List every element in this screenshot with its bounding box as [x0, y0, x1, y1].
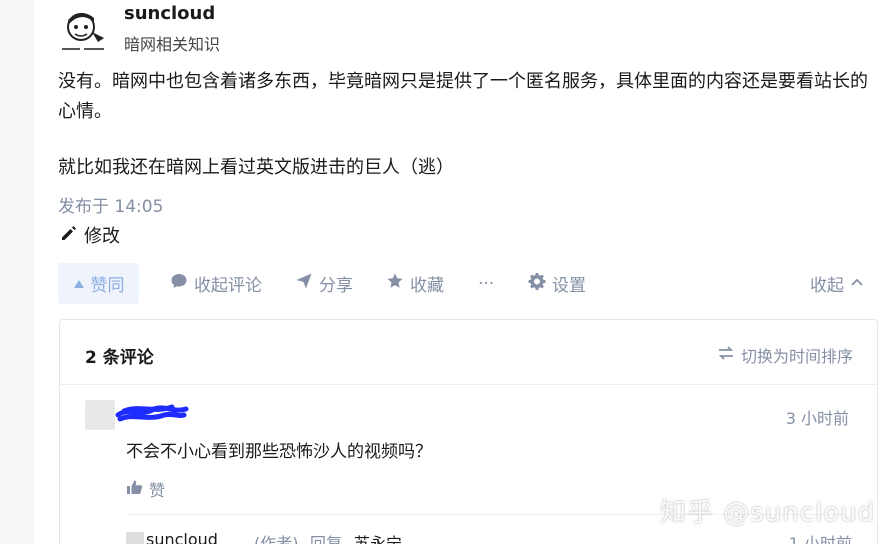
collapse-comments-button[interactable]: 收起评论: [170, 263, 262, 304]
vote-label: 赞同: [90, 276, 125, 296]
settings-label: 设置: [552, 276, 586, 296]
gear-icon: [528, 272, 546, 295]
reply-author-avatar[interactable]: [126, 532, 144, 544]
comment-like-label: 赞: [149, 481, 166, 500]
comments-count: 2 条评论: [85, 348, 154, 368]
answer-paragraph: 没有。暗网中也包含着诸多东西，毕竟暗网只是提供了一个匿名服务，具体里面的内容还是…: [58, 71, 868, 122]
more-icon: ···: [478, 273, 495, 294]
favorite-label: 收藏: [410, 276, 444, 296]
comment-icon: [170, 272, 188, 295]
reply-author-name[interactable]: suncloud: [146, 530, 218, 544]
collapse-comments-label: 收起评论: [194, 276, 262, 296]
comment-text: 不会不小心看到那些恐怖沙人的视频吗？: [126, 442, 432, 462]
answer-paragraph: 就比如我还在暗网上看过英文版进击的巨人（逃）: [58, 157, 454, 178]
reply-verb: 回复: [310, 534, 343, 544]
vote-up-button[interactable]: 赞同: [58, 263, 139, 304]
swap-icon: [717, 345, 735, 365]
answer-card: suncloud 暗网相关知识 没有。暗网中也包含着诸多东西，毕竟暗网只是提供了…: [34, 0, 878, 544]
triangle-up-icon: [73, 274, 85, 294]
pencil-icon: [60, 224, 78, 247]
watermark: 知乎 @suncloud: [660, 498, 876, 528]
answer-content: 没有。暗网中也包含着诸多东西，毕竟暗网只是提供了一个匿名服务，具体里面的内容还是…: [58, 67, 872, 209]
paper-plane-icon: [295, 272, 313, 295]
author-name[interactable]: suncloud: [124, 3, 215, 24]
collapse-label: 收起: [810, 276, 844, 296]
edit-label: 修改: [84, 226, 120, 247]
settings-button[interactable]: 设置: [528, 263, 586, 304]
reply-target-name[interactable]: 苏永宁: [354, 530, 402, 544]
redacted-username: [114, 401, 190, 431]
author-avatar[interactable]: [58, 8, 108, 54]
chevron-up-icon: [850, 274, 864, 294]
share-button[interactable]: 分享: [295, 263, 353, 304]
more-button[interactable]: ···: [478, 263, 494, 304]
author-tag: (作者): [254, 534, 299, 544]
favorite-button[interactable]: 收藏: [386, 263, 444, 304]
star-icon: [386, 272, 404, 295]
reply-time: 1 小时前: [788, 534, 852, 544]
comment-like-button[interactable]: 赞: [126, 477, 165, 501]
sort-toggle-button[interactable]: 切换为时间排序: [717, 343, 853, 367]
author-bio: 暗网相关知识: [124, 35, 221, 54]
commenter-avatar[interactable]: [85, 400, 115, 430]
edit-button[interactable]: 修改: [60, 222, 120, 248]
share-label: 分享: [319, 276, 353, 296]
reply-comment: suncloud (作者) 回复 苏永宁 1 小时前: [126, 530, 852, 544]
collapse-answer-button[interactable]: 收起: [810, 263, 864, 304]
comment-time: 3 小时前: [785, 409, 849, 428]
sort-toggle-label: 切换为时间排序: [740, 347, 853, 366]
comments-header: 2 条评论 切换为时间排序: [60, 320, 877, 385]
action-bar: 赞同 收起评论 分享 收藏 ··· 设置 收起: [58, 263, 872, 305]
publish-time: 发布于 14:05: [58, 197, 164, 217]
thumbs-up-icon: [126, 479, 143, 499]
